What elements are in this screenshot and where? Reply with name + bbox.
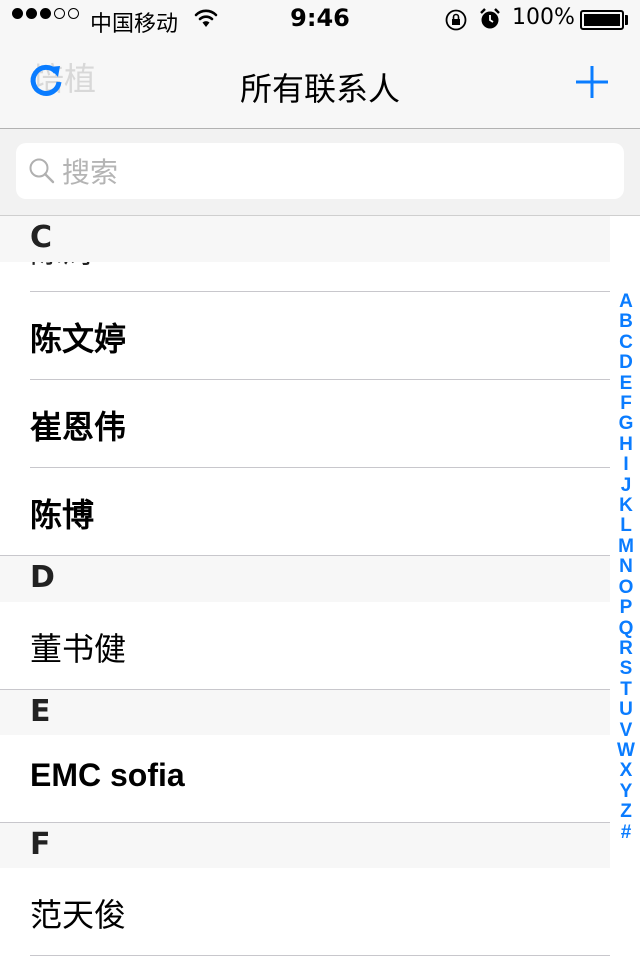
battery-icon bbox=[580, 10, 624, 30]
index-letter[interactable]: C bbox=[619, 332, 633, 353]
contact-name: 范天俊 bbox=[30, 896, 127, 934]
section-letter: C bbox=[30, 220, 53, 255]
plus-icon bbox=[576, 66, 608, 98]
index-letter[interactable]: K bbox=[619, 495, 633, 516]
index-letter[interactable]: J bbox=[621, 475, 632, 496]
list-item[interactable]: 陈文婷 bbox=[0, 292, 610, 380]
index-letter[interactable]: W bbox=[617, 740, 635, 761]
alarm-icon bbox=[479, 7, 501, 37]
index-letter[interactable]: A bbox=[619, 291, 633, 312]
contact-name: 陈文婷 bbox=[30, 320, 127, 358]
index-letter[interactable]: R bbox=[619, 638, 633, 659]
index-letter[interactable]: E bbox=[620, 373, 633, 394]
list-item[interactable]: 陈博 bbox=[0, 468, 610, 556]
index-letter[interactable]: D bbox=[619, 352, 633, 373]
index-letter[interactable]: S bbox=[620, 658, 633, 679]
index-letter[interactable]: X bbox=[620, 760, 633, 781]
page-title: 所有联系人 bbox=[239, 70, 400, 108]
index-letter[interactable]: B bbox=[619, 311, 633, 332]
battery-percentage: 100% bbox=[512, 5, 575, 30]
section-letter: F bbox=[30, 827, 51, 862]
section-letter: E bbox=[30, 694, 51, 729]
alphabet-index[interactable]: A B C D E F G H I J K L M N O P Q R S T U V W X Y Z # bbox=[612, 291, 640, 843]
index-letter[interactable]: T bbox=[620, 679, 632, 700]
contact-name: 董书健 bbox=[30, 630, 127, 668]
contact-list[interactable]: C 陈涛 陈文婷 崔恩伟 陈博 D 董书健 E EMC sofia F 范天俊 bbox=[0, 216, 640, 960]
index-letter[interactable]: Q bbox=[619, 618, 634, 639]
status-bar: 中国移动 9:46 100% bbox=[0, 0, 640, 40]
list-item[interactable]: 范天俊 bbox=[0, 868, 610, 956]
section-header-e: E bbox=[0, 690, 610, 736]
contact-name: 陈博 bbox=[30, 496, 95, 534]
index-letter[interactable]: N bbox=[619, 556, 633, 577]
search-bar bbox=[0, 129, 640, 216]
contact-name: 崔恩伟 bbox=[30, 408, 127, 446]
contact-name: EMC sofia bbox=[30, 757, 185, 793]
rotation-lock-icon bbox=[444, 8, 468, 38]
index-letter[interactable]: H bbox=[619, 434, 633, 455]
add-contact-button[interactable] bbox=[568, 58, 616, 106]
sticky-section-header-c: C bbox=[0, 216, 610, 262]
list-item[interactable]: EMC sofia bbox=[0, 735, 610, 823]
list-item[interactable]: 董书健 bbox=[0, 602, 610, 690]
battery-cap bbox=[625, 15, 628, 25]
index-letter[interactable]: Y bbox=[620, 781, 633, 802]
search-icon bbox=[28, 157, 56, 189]
index-letter[interactable]: P bbox=[620, 597, 633, 618]
index-letter[interactable]: F bbox=[620, 393, 632, 414]
top-bar: 中国移动 9:46 100% 培植 所有联系人 bbox=[0, 0, 640, 129]
index-letter[interactable]: V bbox=[620, 720, 633, 741]
index-letter[interactable]: O bbox=[619, 577, 634, 598]
index-letter[interactable]: M bbox=[618, 536, 634, 557]
section-header-f: F bbox=[0, 823, 610, 869]
section-letter: D bbox=[30, 560, 55, 595]
index-letter[interactable]: G bbox=[619, 414, 634, 435]
list-item[interactable]: 崔恩伟 bbox=[0, 380, 610, 468]
index-letter[interactable]: # bbox=[621, 822, 632, 843]
search-input[interactable] bbox=[60, 151, 604, 193]
index-letter[interactable]: U bbox=[619, 699, 633, 720]
section-header-d: D bbox=[0, 556, 610, 602]
index-letter[interactable]: Z bbox=[620, 801, 632, 822]
index-letter[interactable]: I bbox=[623, 454, 628, 475]
search-box[interactable] bbox=[16, 143, 624, 199]
index-letter[interactable]: L bbox=[620, 516, 632, 537]
